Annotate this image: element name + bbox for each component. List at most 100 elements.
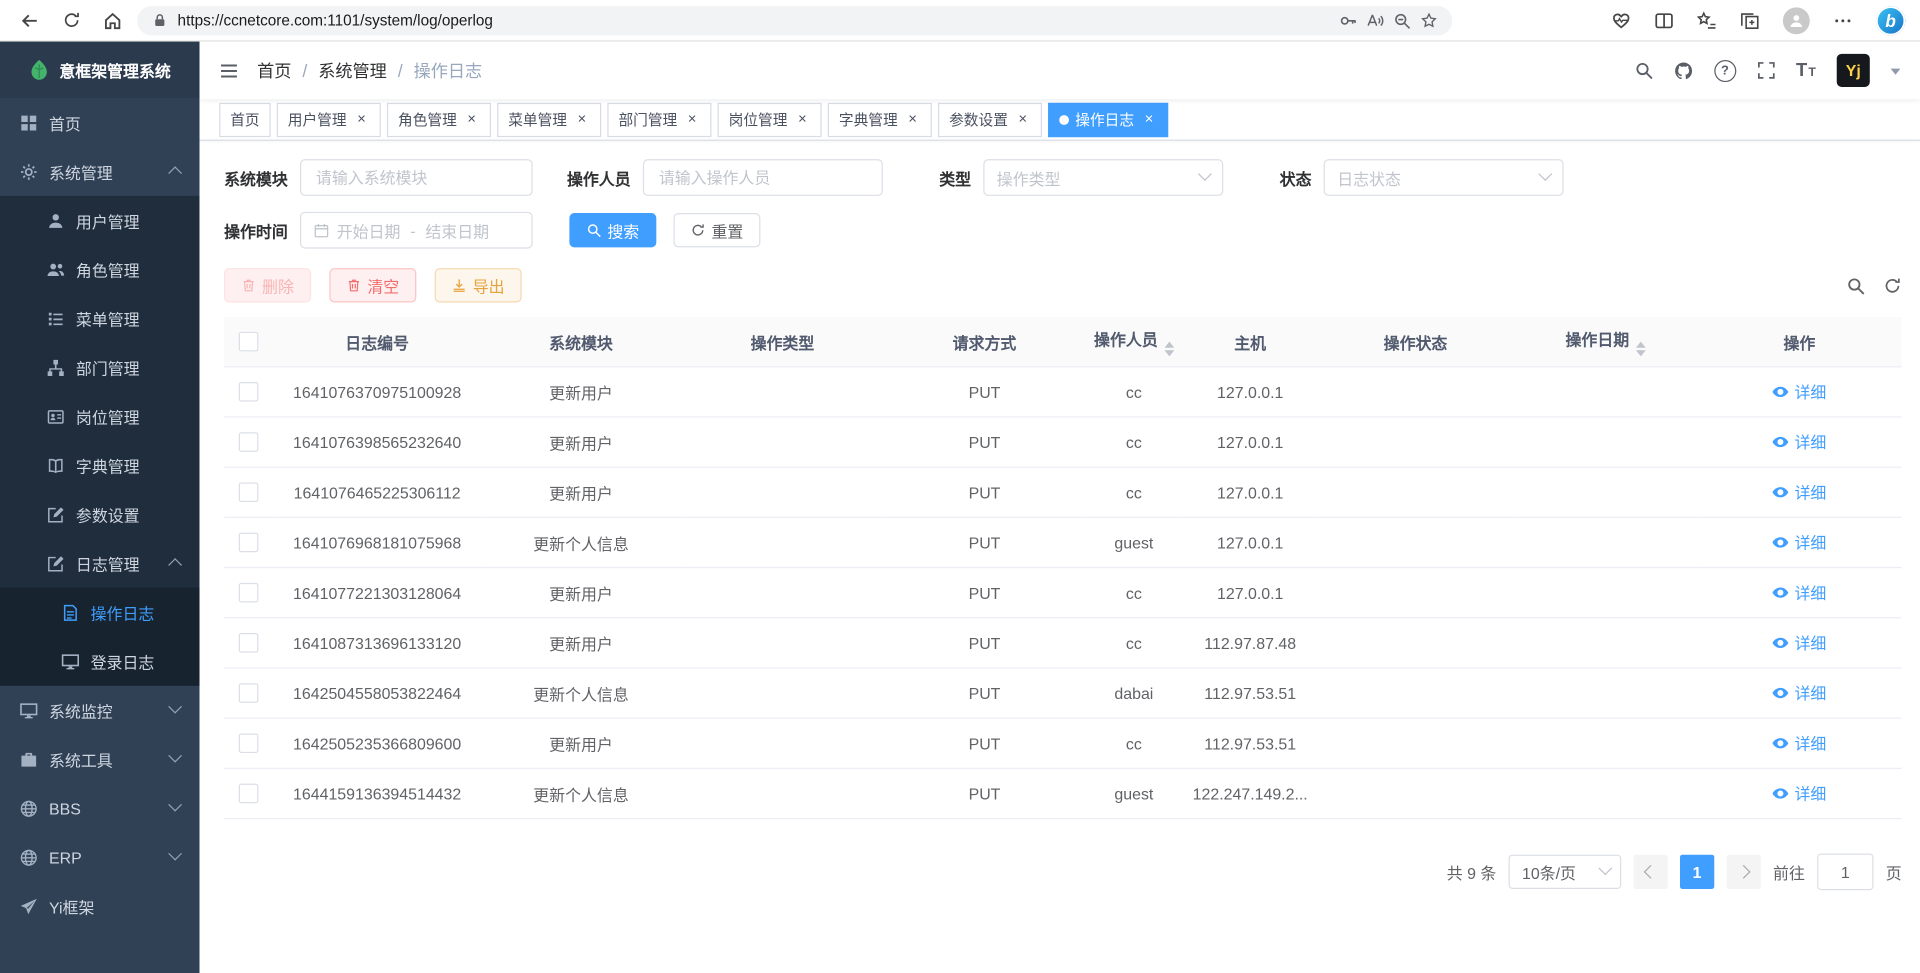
- split-screen-icon[interactable]: [1654, 10, 1674, 30]
- toggle-search-icon[interactable]: [1847, 276, 1865, 294]
- row-checkbox[interactable]: [239, 633, 259, 653]
- help-icon[interactable]: [1714, 59, 1736, 81]
- close-icon[interactable]: [794, 111, 811, 128]
- user-avatar[interactable]: Yj: [1837, 54, 1870, 87]
- font-size-icon[interactable]: [1796, 60, 1816, 81]
- page-size-select[interactable]: 10条/页: [1509, 855, 1622, 889]
- password-key-icon[interactable]: [1340, 12, 1357, 29]
- collections-icon[interactable]: [1740, 10, 1760, 30]
- close-icon[interactable]: [1014, 111, 1031, 128]
- tab-user-mgmt[interactable]: 用户管理: [277, 102, 381, 136]
- detail-link[interactable]: 详细: [1772, 631, 1826, 654]
- operator-filter-input[interactable]: [643, 159, 883, 196]
- select-all-checkbox[interactable]: [239, 332, 259, 352]
- sidebar-group-system[interactable]: 系统管理: [0, 147, 200, 196]
- row-checkbox[interactable]: [239, 583, 259, 603]
- close-icon[interactable]: [904, 111, 921, 128]
- close-icon[interactable]: [463, 111, 480, 128]
- close-icon[interactable]: [353, 111, 370, 128]
- detail-link[interactable]: 详细: [1772, 531, 1826, 554]
- sidebar-item-operlog[interactable]: 操作日志: [0, 588, 200, 637]
- sort-icons[interactable]: [1164, 342, 1174, 357]
- settings-menu-icon[interactable]: [1833, 10, 1853, 30]
- row-checkbox[interactable]: [239, 533, 259, 553]
- app-logo[interactable]: 意框架管理系统: [0, 42, 200, 98]
- col-header-operator[interactable]: 操作人员: [1085, 317, 1183, 367]
- tab-param-settings[interactable]: 参数设置: [938, 102, 1042, 136]
- reset-button[interactable]: 重置: [674, 213, 761, 247]
- sidebar-item-role-mgmt[interactable]: 角色管理: [0, 245, 200, 294]
- back-button[interactable]: [12, 4, 46, 36]
- caret-down-icon[interactable]: [1891, 68, 1901, 79]
- add-favorite-icon[interactable]: [1420, 12, 1437, 29]
- hamburger-icon[interactable]: [219, 61, 239, 81]
- row-checkbox[interactable]: [239, 483, 259, 503]
- breadcrumb-system[interactable]: 系统管理: [318, 58, 387, 82]
- sidebar-item-user-mgmt[interactable]: 用户管理: [0, 196, 200, 245]
- github-icon[interactable]: [1674, 61, 1694, 81]
- next-page-button[interactable]: [1726, 855, 1760, 889]
- home-button[interactable]: [96, 4, 130, 36]
- sidebar-item-param-settings[interactable]: 参数设置: [0, 490, 200, 539]
- tab-menu-mgmt[interactable]: 菜单管理: [497, 102, 601, 136]
- sidebar-group-monitor[interactable]: 系统监控: [0, 686, 200, 735]
- sidebar-item-dict-mgmt[interactable]: 字典管理: [0, 441, 200, 490]
- fullscreen-icon[interactable]: [1757, 61, 1775, 79]
- prev-page-button[interactable]: [1633, 855, 1667, 889]
- clear-button[interactable]: 清空: [329, 268, 416, 302]
- row-checkbox[interactable]: [239, 382, 259, 402]
- sidebar-group-bbs[interactable]: BBS: [0, 784, 200, 833]
- search-icon[interactable]: [1634, 61, 1652, 79]
- tab-operlog-active[interactable]: 操作日志: [1048, 102, 1168, 136]
- module-filter-input[interactable]: [300, 159, 533, 196]
- tab-post-mgmt[interactable]: 岗位管理: [718, 102, 822, 136]
- goto-page-input[interactable]: [1817, 853, 1873, 890]
- row-checkbox[interactable]: [239, 433, 259, 453]
- tab-home[interactable]: 首页: [219, 102, 270, 136]
- page-number-button[interactable]: 1: [1680, 855, 1714, 889]
- type-select[interactable]: 操作类型: [983, 159, 1223, 196]
- status-select[interactable]: 日志状态: [1324, 159, 1564, 196]
- address-bar[interactable]: https://ccnetcore.com:1101/system/log/op…: [137, 6, 1452, 35]
- tab-dept-mgmt[interactable]: 部门管理: [607, 102, 711, 136]
- sidebar-group-erp[interactable]: ERP: [0, 833, 200, 882]
- detail-link[interactable]: 详细: [1772, 731, 1826, 754]
- sidebar-item-post-mgmt[interactable]: 岗位管理: [0, 392, 200, 441]
- sidebar-item-loginlog[interactable]: 登录日志: [0, 637, 200, 686]
- row-checkbox[interactable]: [239, 684, 259, 704]
- row-checkbox[interactable]: [239, 734, 259, 754]
- sidebar-item-menu-mgmt[interactable]: 菜单管理: [0, 294, 200, 343]
- detail-link[interactable]: 详细: [1772, 782, 1826, 805]
- sidebar-group-tools[interactable]: 系统工具: [0, 735, 200, 784]
- bing-copilot-icon[interactable]: [1876, 6, 1905, 35]
- close-icon[interactable]: [683, 111, 700, 128]
- search-button[interactable]: 搜索: [569, 213, 656, 247]
- zoom-out-icon[interactable]: [1393, 12, 1410, 29]
- detail-link[interactable]: 详细: [1772, 681, 1826, 704]
- close-icon[interactable]: [573, 111, 590, 128]
- refresh-list-icon[interactable]: [1883, 276, 1901, 294]
- delete-button[interactable]: 删除: [224, 268, 311, 302]
- row-checkbox[interactable]: [239, 784, 259, 804]
- profile-avatar[interactable]: [1783, 7, 1810, 34]
- tab-role-mgmt[interactable]: 角色管理: [387, 102, 491, 136]
- detail-link[interactable]: 详细: [1772, 480, 1826, 503]
- col-header-date[interactable]: 操作日期: [1513, 317, 1697, 367]
- detail-link[interactable]: 详细: [1772, 430, 1826, 453]
- sidebar-group-log-mgmt[interactable]: 日志管理: [0, 539, 200, 588]
- sidebar-item-yi[interactable]: Yi框架: [0, 882, 200, 931]
- url-text[interactable]: https://ccnetcore.com:1101/system/log/op…: [178, 12, 1330, 29]
- favorites-bar-icon[interactable]: [1697, 10, 1717, 30]
- tab-dict-mgmt[interactable]: 字典管理: [828, 102, 932, 136]
- read-aloud-icon[interactable]: [1367, 12, 1384, 29]
- breadcrumb-home[interactable]: 首页: [257, 58, 291, 82]
- export-button[interactable]: 导出: [435, 268, 522, 302]
- refresh-button[interactable]: [54, 4, 88, 36]
- sort-icons[interactable]: [1635, 342, 1645, 357]
- sidebar-item-home[interactable]: 首页: [0, 98, 200, 147]
- date-range-picker[interactable]: 开始日期 - 结束日期: [300, 212, 533, 249]
- detail-link[interactable]: 详细: [1772, 380, 1826, 403]
- sidebar-item-dept-mgmt[interactable]: 部门管理: [0, 343, 200, 392]
- browser-essentials-icon[interactable]: [1611, 10, 1631, 30]
- close-icon[interactable]: [1140, 111, 1157, 128]
